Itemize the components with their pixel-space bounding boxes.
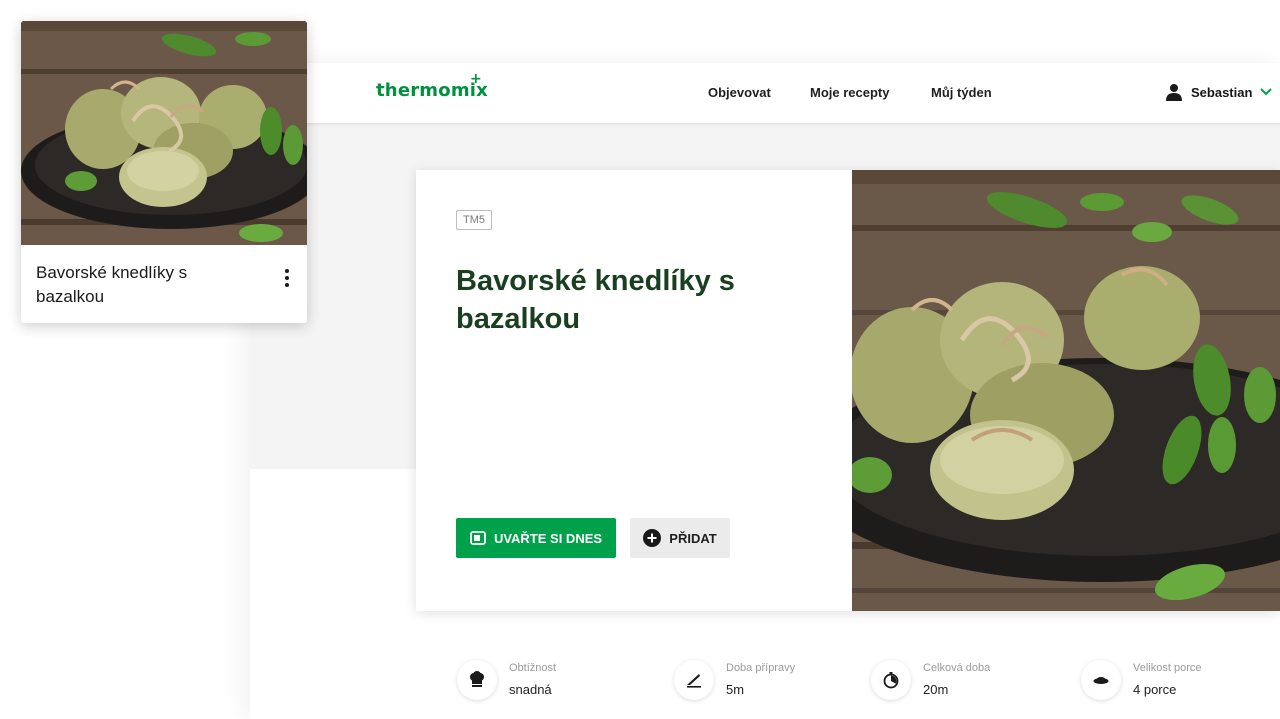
stat-difficulty: Obtížnost snadná [457, 658, 556, 700]
stat-label: Obtížnost [509, 662, 557, 674]
recipe-tile[interactable]: Bavorské knedlíky s bazalkou [21, 21, 307, 323]
recipe-photo [852, 170, 1280, 611]
knife-icon [674, 660, 714, 700]
stat-portion: Velikost porce 4 porce [1081, 658, 1201, 700]
stat-label: Doba přípravy [726, 662, 796, 674]
stat-value: snadná [509, 682, 552, 697]
top-navigation-bar: thermomix + Objevovat Moje recepty Můj t… [250, 63, 1280, 124]
recipe-tile-title[interactable]: Bavorské knedlíky s bazalkou [36, 261, 256, 309]
nav-muj-tyden[interactable]: Můj týden [931, 85, 992, 100]
cook-mode-icon [470, 531, 486, 545]
timer-icon [871, 660, 911, 700]
logo-plus: + [470, 71, 482, 87]
plate-icon [1081, 660, 1121, 700]
add-button[interactable]: PŘIDAT [630, 518, 730, 558]
device-badge: TM5 [456, 210, 492, 230]
menu-dot [285, 269, 289, 273]
nav-moje-recepty[interactable]: Moje recepty [810, 85, 889, 100]
cook-today-button[interactable]: UVAŘTE SI DNES [456, 518, 616, 558]
recipe-title: Bavorské knedlíky s bazalkou [456, 265, 735, 335]
recipe-tile-photo [21, 21, 307, 245]
stat-prep-time: Doba přípravy 5m [674, 658, 795, 700]
plus-circle-icon [643, 529, 662, 547]
stat-label: Celková doba [923, 662, 991, 674]
cook-today-label: UVAŘTE SI DNES [493, 530, 603, 546]
recipe-hero-card: TM5 Bavorské knedlíky s bazalkou UVAŘTE … [416, 170, 1280, 611]
user-name: Sebastian [1191, 84, 1253, 100]
stat-value: 20m [923, 682, 949, 697]
menu-dot [285, 276, 289, 280]
more-vertical-icon[interactable] [275, 265, 299, 291]
chevron-down-icon [1260, 88, 1273, 96]
menu-dot [285, 283, 289, 287]
user-icon [1166, 84, 1182, 101]
stat-value: 4 porce [1133, 682, 1177, 697]
chef-hat-icon [457, 660, 497, 700]
nav-objevovat[interactable]: Objevovat [708, 85, 771, 100]
stat-total-time: Celková doba 20m [871, 658, 990, 700]
add-label: PŘIDAT [669, 530, 717, 546]
thermomix-logo[interactable]: thermomix + [376, 71, 488, 101]
user-menu[interactable]: Sebastian [1165, 83, 1273, 101]
stat-label: Velikost porce [1133, 662, 1202, 674]
recipe-info: TM5 Bavorské knedlíky s bazalkou UVAŘTE … [416, 170, 852, 611]
stat-value: 5m [726, 682, 745, 697]
dumplings-plate-photo [852, 170, 1280, 611]
